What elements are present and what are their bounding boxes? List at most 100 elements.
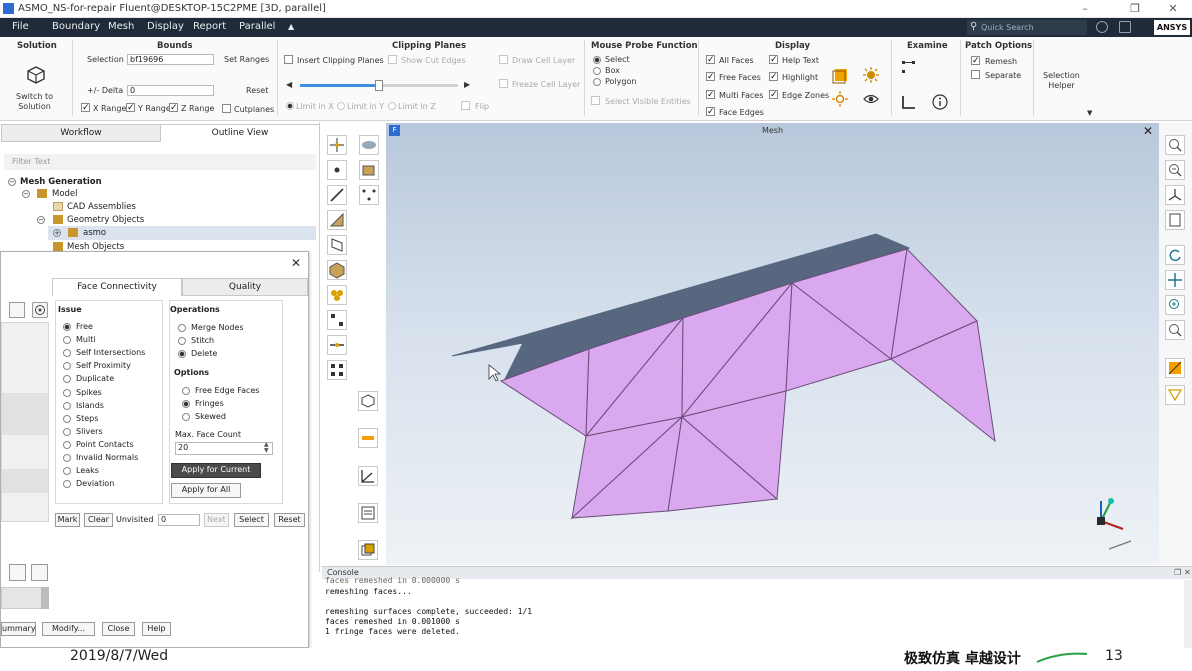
slider-right-arrow[interactable]: ▶ — [464, 80, 470, 89]
issue-radio-steps[interactable] — [63, 414, 71, 423]
menu-display[interactable]: Display — [147, 21, 184, 32]
sun-icon[interactable] — [831, 90, 849, 108]
probe-box-radio[interactable] — [593, 67, 601, 75]
apply-current-button[interactable]: Apply for Current — [171, 463, 261, 478]
select-edge-icon[interactable] — [327, 185, 347, 205]
select-edge-zone-icon[interactable] — [327, 335, 347, 355]
visibility-icon[interactable] — [862, 90, 880, 108]
clip-icon[interactable] — [358, 428, 378, 448]
clear-button[interactable]: Clear — [84, 513, 113, 527]
issue-radio-slivers[interactable] — [63, 427, 71, 436]
select-node-icon[interactable] — [327, 160, 347, 180]
issue-radio-spikes[interactable] — [63, 388, 71, 397]
select-button[interactable]: Select — [234, 513, 269, 527]
skewed-radio[interactable] — [182, 413, 190, 421]
switch-solution-icon[interactable] — [26, 65, 46, 85]
slider-left-arrow[interactable]: ◀ — [286, 80, 292, 89]
insert-clipping-checkbox[interactable] — [284, 55, 293, 64]
tree-cad-assemblies[interactable]: CAD Assemblies — [67, 202, 136, 212]
highlight-view-icon[interactable] — [1165, 358, 1185, 378]
delete-radio[interactable] — [178, 350, 186, 358]
free-edge-faces-radio[interactable] — [182, 387, 190, 395]
collapse-toggle[interactable]: − — [22, 190, 30, 198]
draw-cell-layer-checkbox[interactable] — [499, 55, 508, 64]
axis-icon[interactable] — [358, 466, 378, 486]
uncheck-list-icon[interactable] — [31, 564, 48, 581]
quick-search-input[interactable]: Quick Search — [967, 20, 1087, 35]
close-window-icon[interactable]: ✕ — [1158, 1, 1188, 17]
tab-workflow[interactable]: Workflow — [1, 124, 161, 142]
spinner-icon[interactable]: ▲ ▼ — [264, 442, 269, 454]
select-mesh-icon[interactable] — [359, 185, 379, 205]
fringes-radio[interactable] — [182, 400, 190, 408]
select-multi-icon[interactable] — [327, 360, 347, 380]
settings-icon[interactable] — [1119, 21, 1131, 33]
freeze-cell-layer-checkbox[interactable] — [499, 79, 508, 88]
menu-mesh[interactable]: Mesh — [108, 21, 134, 32]
ribbon-expand-icon[interactable]: ▼ — [1087, 109, 1092, 117]
console-scrollbar[interactable] — [1184, 580, 1192, 648]
console-close-icon[interactable]: ✕ — [1184, 568, 1191, 577]
examine-nodes-icon[interactable] — [900, 58, 918, 76]
mark-button[interactable]: Mark — [55, 513, 80, 527]
pan-icon[interactable] — [1165, 270, 1185, 290]
summary-button[interactable]: ummary — [1, 622, 36, 636]
selection-helper-button[interactable]: Selection Helper — [1043, 71, 1080, 91]
rotate-icon[interactable] — [1165, 245, 1185, 265]
expand-toggle[interactable]: + — [53, 229, 61, 237]
tree-root[interactable]: Mesh Generation — [20, 177, 102, 187]
issue-radio-point-contacts[interactable] — [63, 440, 71, 449]
stitch-radio[interactable] — [178, 337, 186, 345]
multi-faces-checkbox[interactable] — [706, 90, 715, 99]
zone-list[interactable] — [1, 322, 49, 522]
menu-parallel[interactable]: Parallel — [239, 21, 275, 32]
filter-input[interactable]: Filter Text — [4, 154, 316, 170]
menu-boundary[interactable]: Boundary — [52, 21, 100, 32]
tree-asmo[interactable]: asmo — [83, 228, 106, 238]
limit-x-radio[interactable] — [286, 102, 294, 110]
flip-checkbox[interactable] — [461, 101, 470, 110]
check-list-icon[interactable] — [9, 564, 26, 581]
select-faces-icon[interactable] — [359, 135, 379, 155]
save-picture-icon[interactable] — [1165, 210, 1185, 230]
graphics-viewport[interactable]: F Mesh ✕ — [386, 123, 1159, 565]
list-scrollbar[interactable] — [41, 587, 49, 609]
close-dialog-icon[interactable]: ✕ — [291, 256, 301, 270]
limit-y-radio[interactable] — [337, 102, 345, 110]
close-viewport-icon[interactable]: ✕ — [1143, 124, 1153, 138]
help-text-checkbox[interactable] — [769, 55, 778, 64]
select-object-icon[interactable] — [327, 260, 347, 280]
clipping-slider-thumb[interactable] — [375, 80, 383, 91]
modify-button[interactable]: Modify... — [42, 622, 95, 636]
select-group-icon[interactable] — [327, 310, 347, 330]
lights-icon[interactable] — [862, 66, 880, 84]
max-face-count-input[interactable]: 20 — [175, 442, 273, 455]
copy-view-icon[interactable] — [358, 540, 378, 560]
face-edges-checkbox[interactable] — [706, 107, 715, 116]
tab-face-connectivity[interactable]: Face Connectivity — [52, 278, 182, 296]
zoom-fit-icon[interactable] — [1165, 135, 1185, 155]
examine-angle-icon[interactable] — [900, 93, 918, 111]
zoom-in-icon[interactable] — [1165, 295, 1185, 315]
merge-nodes-radio[interactable] — [178, 324, 186, 332]
cutplanes-checkbox[interactable] — [222, 104, 231, 113]
selection-input[interactable]: bf19696 — [127, 54, 214, 65]
tree-model[interactable]: Model — [52, 189, 78, 199]
console-restore-icon[interactable]: ❐ — [1174, 568, 1181, 577]
select-region-icon[interactable] — [327, 285, 347, 305]
menu-file[interactable]: File — [12, 21, 29, 32]
display-faces-icon[interactable] — [831, 66, 849, 84]
apply-all-button[interactable]: Apply for All — [171, 483, 241, 498]
issue-radio-islands[interactable] — [63, 401, 71, 410]
set-ranges-button[interactable]: Set Ranges — [224, 55, 269, 64]
view-cube-icon[interactable] — [358, 391, 378, 411]
tab-quality[interactable]: Quality — [182, 278, 308, 296]
x-range-checkbox[interactable] — [81, 103, 90, 112]
remesh-checkbox[interactable] — [971, 56, 980, 65]
zoom-out-icon[interactable] — [1165, 160, 1185, 180]
close-button[interactable]: Close — [102, 622, 135, 636]
minimize-icon[interactable]: – — [1070, 1, 1100, 17]
issue-radio-free[interactable] — [63, 323, 71, 331]
tree-geometry-objects[interactable]: Geometry Objects — [67, 215, 144, 225]
limit-z-radio[interactable] — [388, 102, 396, 110]
